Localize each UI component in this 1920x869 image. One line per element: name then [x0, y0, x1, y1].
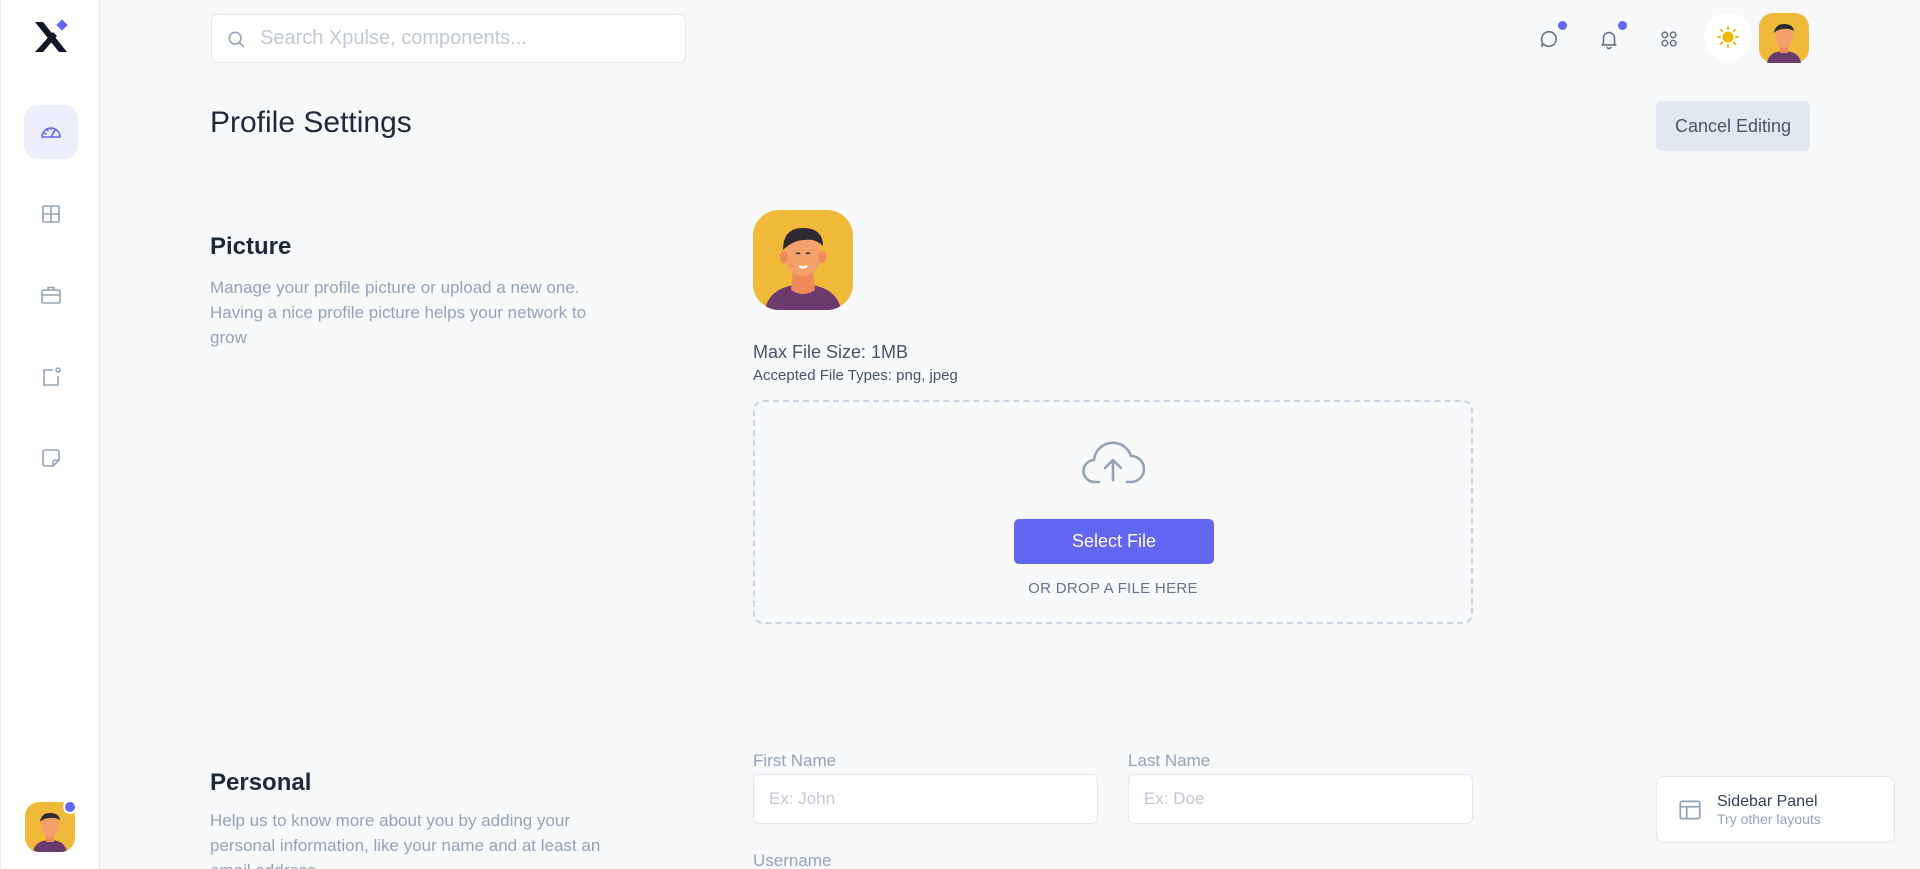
select-file-button[interactable]: Select File	[1014, 519, 1214, 564]
page-title: Profile Settings	[210, 106, 412, 139]
chat-icon	[1540, 30, 1557, 48]
picture-section-description: Manage your profile picture or upload a …	[210, 278, 587, 347]
sidebar-item-dashboard[interactable]	[24, 105, 78, 159]
grid-icon	[42, 205, 60, 223]
sidebar-item-layouts[interactable]	[24, 187, 78, 241]
theme-toggle-button[interactable]	[1704, 13, 1752, 61]
notifications-badge	[1618, 21, 1627, 30]
search-input[interactable]	[260, 27, 660, 50]
logo-icon[interactable]	[31, 18, 71, 58]
sidebar-item-business[interactable]	[24, 268, 78, 322]
status-dot	[63, 800, 77, 814]
notifications-button[interactable]	[1589, 19, 1629, 59]
max-file-size: Max File Size: 1MB	[753, 342, 909, 362]
apps-icon	[1661, 31, 1677, 47]
sidebar-item-notes[interactable]	[24, 431, 78, 485]
briefcase-icon	[41, 286, 61, 304]
cloud-upload-icon	[1082, 441, 1145, 484]
panel-card-title: Sidebar Panel	[1717, 792, 1818, 810]
first-name-input[interactable]	[753, 774, 1098, 824]
first-name-label: First Name	[753, 751, 837, 770]
sidebar	[0, 0, 100, 869]
username-label: Username	[753, 851, 832, 869]
panel-card-text: Sidebar Panel Try other layouts	[1717, 793, 1821, 827]
file-dropzone[interactable]: Select File OR DROP A FILE HERE	[753, 400, 1473, 624]
search-bar[interactable]	[211, 14, 686, 63]
square-dot-icon	[43, 367, 61, 386]
sticky-note-icon	[42, 449, 60, 467]
layout-icon	[1679, 799, 1701, 820]
profile-avatar-button[interactable]	[1759, 13, 1809, 63]
search-icon	[228, 31, 245, 47]
user-avatar[interactable]	[25, 800, 77, 852]
bell-icon	[1601, 31, 1617, 50]
last-name-label: Last Name	[1128, 751, 1211, 770]
dashboard-icon	[41, 127, 61, 138]
panel-card-subtitle: Try other layouts	[1717, 810, 1821, 827]
last-name-input[interactable]	[1128, 774, 1473, 824]
accepted-file-types: Accepted File Types: png, jpeg	[753, 367, 958, 384]
personal-section-description: Help us to know more about you by adding…	[210, 811, 601, 869]
drop-file-hint: OR DROP A FILE HERE	[1028, 580, 1198, 597]
personal-section-title: Personal	[210, 769, 312, 796]
messages-badge	[1558, 21, 1567, 30]
cancel-editing-button[interactable]: Cancel Editing	[1656, 101, 1810, 151]
apps-button[interactable]	[1649, 19, 1689, 59]
profile-picture	[753, 210, 853, 310]
sun-icon	[1717, 26, 1739, 48]
sidebar-item-apps[interactable]	[24, 350, 78, 404]
picture-section-title: Picture	[210, 233, 292, 260]
sidebar-panel-layout-card[interactable]: Sidebar Panel Try other layouts	[1656, 776, 1895, 843]
messages-button[interactable]	[1529, 19, 1569, 59]
